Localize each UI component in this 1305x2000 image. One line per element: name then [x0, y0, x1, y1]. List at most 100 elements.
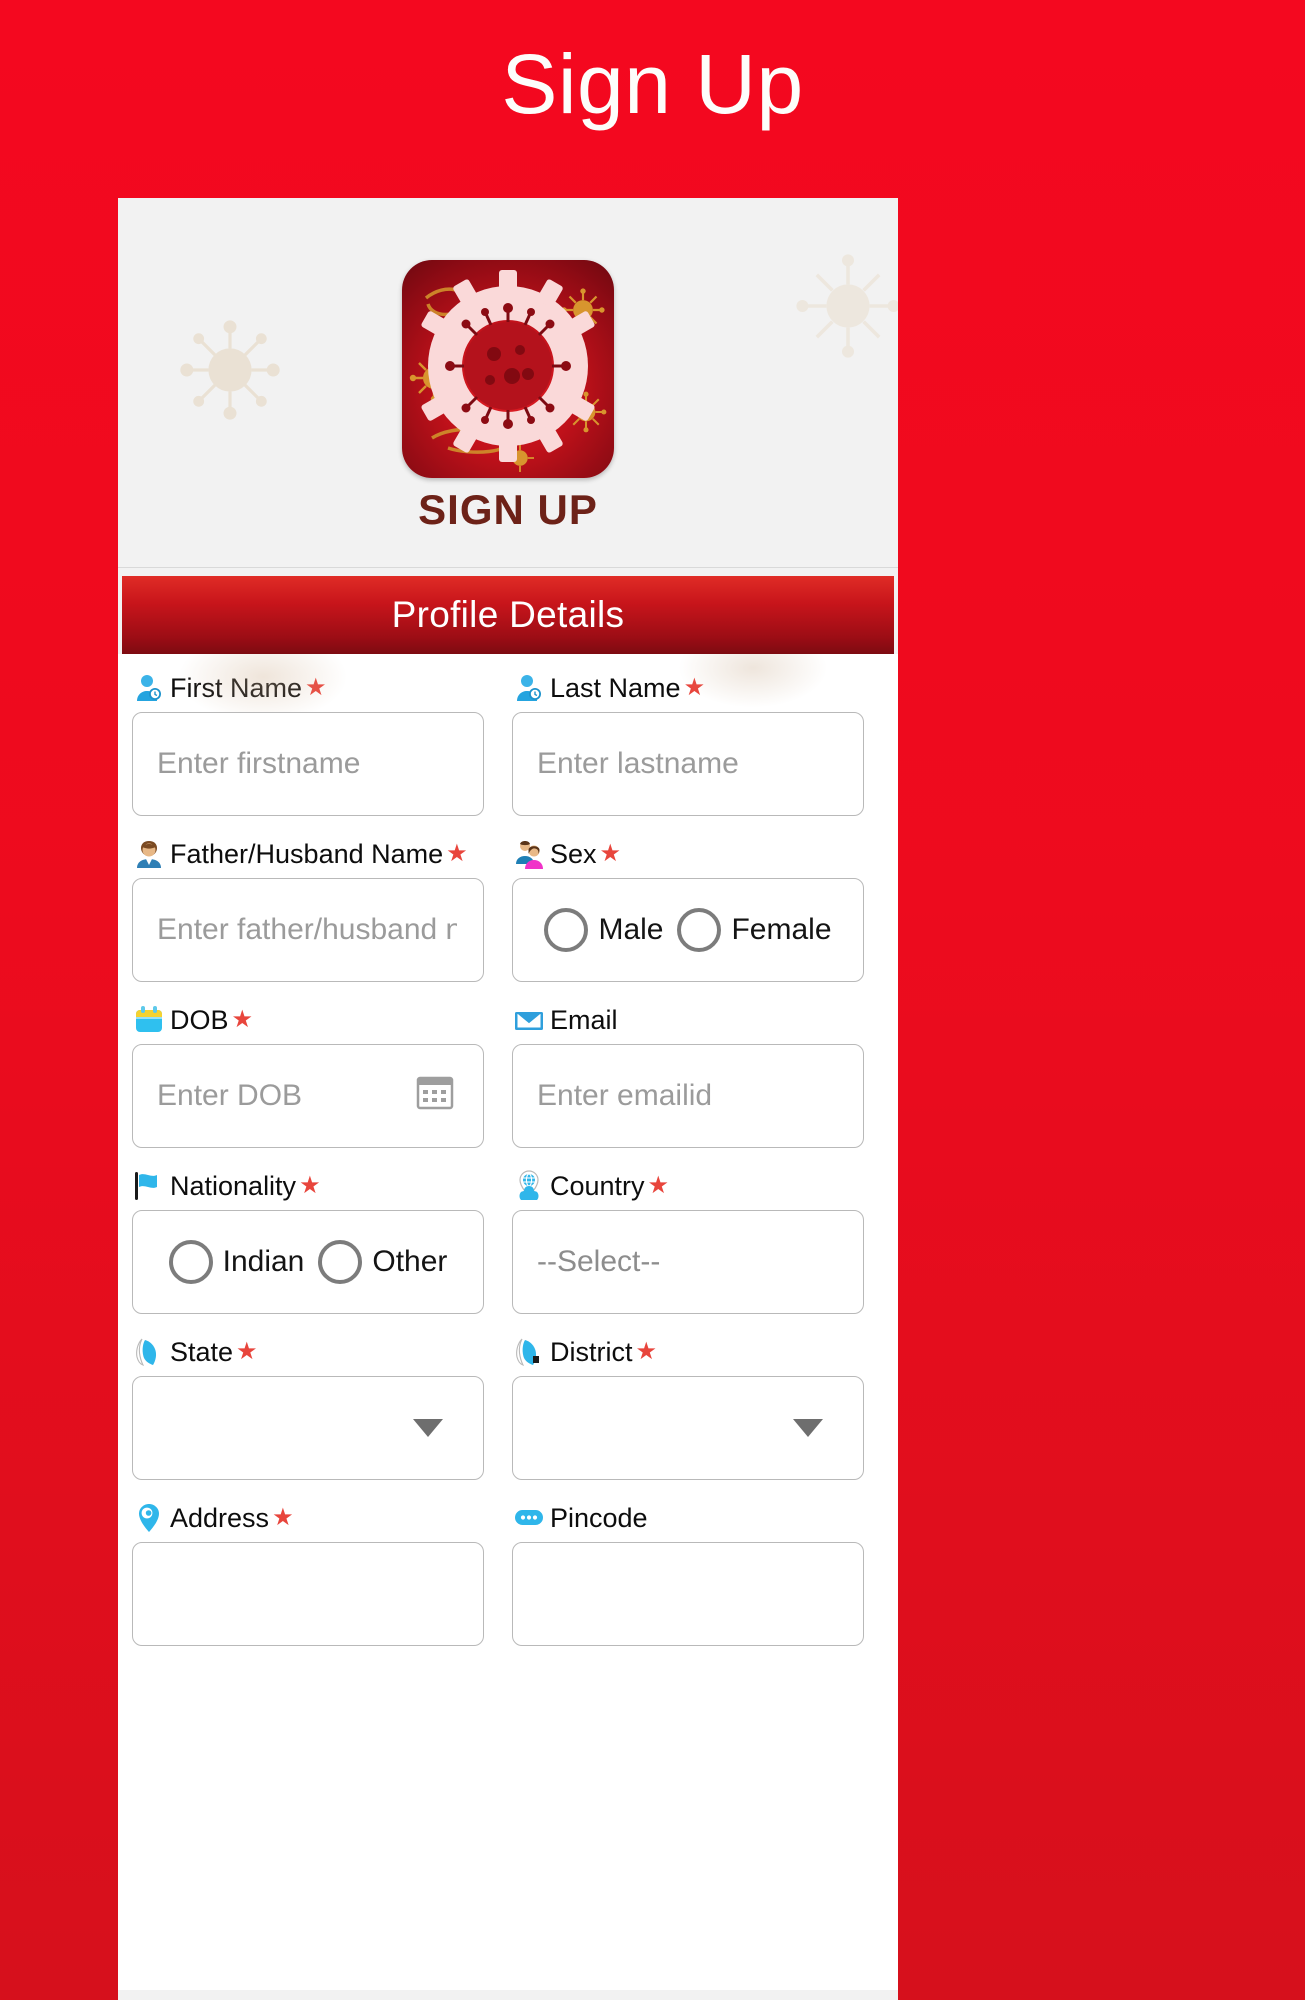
radio-other[interactable]	[318, 1240, 363, 1284]
father-husband-name-label-text: Father/Husband Name	[170, 838, 444, 869]
signup-form: First Name ★ Enter firstname Last Name ★…	[118, 654, 898, 1990]
profile-details-banner: Profile Details	[122, 576, 894, 654]
father-husband-name-label: Father/Husband Name ★	[132, 830, 484, 878]
address-label: Address ★	[132, 1494, 484, 1542]
form-row: State ★ District ★	[132, 1328, 884, 1480]
field-father-husband-name: Father/Husband Name ★ Enter father/husba…	[132, 830, 484, 982]
district-label-text: District	[550, 1336, 633, 1367]
person-avatar-icon	[132, 837, 166, 871]
calendar-icon	[132, 1003, 166, 1037]
virus-watermark-icon	[796, 254, 898, 358]
email-input[interactable]: Enter emailid	[512, 1044, 864, 1148]
required-marker: ★	[647, 1172, 670, 1199]
corona-c-logo-icon	[409, 270, 607, 472]
nationality-option-other[interactable]: Other	[318, 1240, 447, 1284]
first-name-label: First Name ★	[132, 664, 484, 712]
sex-option-female[interactable]: Female	[677, 908, 832, 952]
pincode-input[interactable]	[512, 1542, 864, 1646]
chevron-down-icon[interactable]	[413, 1419, 443, 1437]
nationality-label: Nationality ★	[132, 1162, 484, 1210]
country-label-text: Country	[550, 1170, 645, 1201]
required-marker: ★	[683, 674, 706, 701]
profile-details-banner-label: Profile Details	[391, 594, 625, 635]
pincode-label-text: Pincode	[550, 1502, 648, 1533]
flag-icon	[132, 1169, 166, 1203]
required-marker: ★	[446, 840, 468, 867]
father-husband-name-input[interactable]: Enter father/husband name	[132, 878, 484, 982]
required-marker: ★	[299, 1172, 321, 1199]
field-dob: DOB ★ Enter DOB	[132, 996, 484, 1148]
user-icon	[132, 671, 166, 705]
form-row: DOB ★ Enter DOB Email Enter emailid	[132, 996, 884, 1148]
required-marker: ★	[236, 1338, 258, 1365]
sex-radio-group: Male Female	[512, 878, 864, 982]
radio-indian[interactable]	[168, 1240, 213, 1284]
app-logo	[402, 260, 614, 478]
first-name-placeholder: Enter firstname	[157, 747, 361, 780]
map-region-icon	[132, 1335, 166, 1369]
last-name-placeholder: Enter lastname	[537, 747, 739, 780]
dob-input[interactable]: Enter DOB	[132, 1044, 484, 1148]
field-nationality: Nationality ★ Indian Other	[132, 1162, 484, 1314]
sex-option-male-label: Male	[598, 913, 664, 946]
country-label: Country ★	[512, 1162, 864, 1210]
dob-label-text: DOB	[170, 1004, 229, 1035]
address-input[interactable]	[132, 1542, 484, 1646]
last-name-input[interactable]: Enter lastname	[512, 712, 864, 816]
calendar-picker-icon[interactable]	[413, 1070, 457, 1122]
user-icon	[512, 671, 546, 705]
required-marker: ★	[305, 674, 327, 701]
couple-icon	[512, 837, 546, 871]
nationality-option-indian[interactable]: Indian	[168, 1240, 305, 1284]
radio-male[interactable]	[544, 908, 589, 952]
required-marker: ★	[272, 1504, 294, 1531]
field-last-name: Last Name ★ Enter lastname	[512, 664, 864, 816]
dob-placeholder: Enter DOB	[157, 1079, 303, 1112]
nationality-option-other-label: Other	[372, 1245, 448, 1278]
field-district: District ★	[512, 1328, 864, 1480]
state-label-text: State	[170, 1336, 234, 1367]
logo-header-card: SIGN UP	[118, 198, 898, 568]
dob-label: DOB ★	[132, 996, 484, 1044]
country-select[interactable]: --Select--	[512, 1210, 864, 1314]
district-label: District ★	[512, 1328, 864, 1376]
field-sex: Sex ★ Male Female	[512, 830, 864, 982]
envelope-icon	[512, 1003, 546, 1037]
nationality-option-indian-label: Indian	[222, 1245, 305, 1278]
sex-option-male[interactable]: Male	[544, 908, 663, 952]
radio-female[interactable]	[677, 908, 722, 952]
district-select[interactable]	[512, 1376, 864, 1480]
form-row: Address ★ Pincode	[132, 1494, 884, 1646]
nationality-label-text: Nationality	[170, 1170, 297, 1201]
country-selected-value: --Select--	[537, 1245, 661, 1278]
first-name-label-text: First Name	[170, 672, 303, 703]
field-email: Email Enter emailid	[512, 996, 864, 1148]
pincode-label: Pincode	[512, 1494, 864, 1542]
state-select[interactable]	[132, 1376, 484, 1480]
field-address: Address ★	[132, 1494, 484, 1646]
chevron-down-icon[interactable]	[793, 1419, 823, 1437]
last-name-label: Last Name ★	[512, 664, 864, 712]
last-name-label-text: Last Name	[550, 672, 681, 703]
sex-option-female-label: Female	[731, 913, 832, 946]
field-country: Country ★ --Select--	[512, 1162, 864, 1314]
location-pin-globe-icon	[512, 1169, 546, 1203]
form-row: Father/Husband Name ★ Enter father/husba…	[132, 830, 884, 982]
required-marker: ★	[635, 1338, 658, 1365]
field-first-name: First Name ★ Enter firstname	[132, 664, 484, 816]
state-label: State ★	[132, 1328, 484, 1376]
chat-dots-icon	[512, 1501, 546, 1535]
form-row: Nationality ★ Indian Other Country ★ --S…	[132, 1162, 884, 1314]
required-marker: ★	[599, 840, 622, 867]
email-label: Email	[512, 996, 864, 1044]
sex-label: Sex ★	[512, 830, 864, 878]
first-name-input[interactable]: Enter firstname	[132, 712, 484, 816]
father-husband-name-placeholder: Enter father/husband name	[157, 913, 457, 946]
page-title: Sign Up	[501, 37, 804, 131]
required-marker: ★	[231, 1006, 254, 1033]
map-pin-icon	[132, 1501, 166, 1535]
app-logo-tile	[402, 260, 614, 478]
email-placeholder: Enter emailid	[537, 1079, 713, 1112]
email-label-text: Email	[550, 1004, 618, 1035]
sex-label-text: Sex	[550, 838, 597, 869]
